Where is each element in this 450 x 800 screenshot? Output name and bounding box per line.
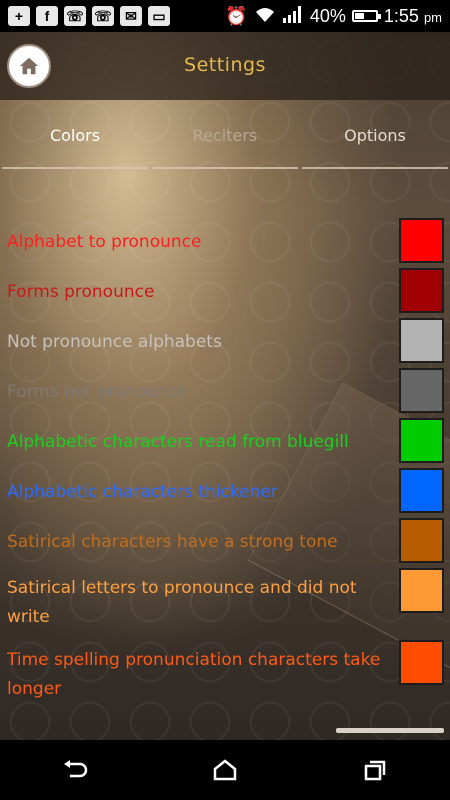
app-header: Settings [0, 32, 450, 100]
color-swatch[interactable] [399, 518, 444, 563]
battery-icon [351, 10, 381, 22]
battery-percent: 40% [309, 5, 346, 26]
color-swatch[interactable] [399, 640, 444, 685]
time-ampm: pm [423, 9, 442, 25]
facebook-icon: f [36, 6, 58, 26]
tab-options[interactable]: Options [300, 100, 450, 170]
add-icon: + [8, 6, 30, 26]
home-icon [213, 759, 237, 781]
home-nav-button[interactable] [195, 750, 255, 790]
color-swatch[interactable] [399, 418, 444, 463]
color-swatch[interactable] [399, 568, 444, 613]
item-label: Alphabet to pronounce [7, 232, 202, 252]
tab-reciters[interactable]: Reciters [150, 100, 300, 170]
time-value: 1:55 [383, 5, 419, 26]
item-label: Forms not pronounce [7, 382, 188, 402]
color-swatch[interactable] [399, 318, 444, 363]
item-label: Alphabetic characters read from bluegill [7, 432, 349, 452]
item-label: Satirical letters to pronounce and did n… [7, 578, 357, 627]
recents-icon [364, 760, 386, 781]
status-bar: + f ☏ ☏ ✉ ▭ ⏰ 40% 1:55 pm [0, 0, 450, 32]
messenger-icon: ✉ [120, 6, 142, 26]
phone-icon: ☏ [64, 6, 86, 26]
scroll-indicator [336, 728, 444, 733]
back-icon [64, 760, 88, 778]
color-swatch[interactable] [399, 218, 444, 263]
color-swatch[interactable] [399, 468, 444, 513]
item-label: Not pronounce alphabets [7, 332, 222, 352]
tab-colors[interactable]: Colors [0, 100, 150, 170]
item-label: Time spelling pronunciation characters t… [7, 650, 381, 699]
color-swatch[interactable] [399, 268, 444, 313]
navigation-bar [0, 740, 450, 800]
system-icons: ⏰ 40% 1:55 pm [225, 5, 442, 28]
signal-icon [282, 5, 304, 28]
clock: 1:55 pm [384, 6, 442, 27]
item-label: Satirical characters have a strong tone [7, 532, 338, 552]
recents-button[interactable] [345, 750, 405, 790]
app-content: Settings Colors Reciters Options Alphabe… [0, 32, 450, 740]
alarm-icon: ⏰ [225, 5, 248, 26]
page-title: Settings [184, 54, 266, 76]
notification-icons: + f ☏ ☏ ✉ ▭ [8, 6, 170, 26]
item-label: Forms pronounce [7, 282, 155, 302]
image-icon: ▭ [148, 6, 170, 26]
wifi-icon [254, 5, 276, 28]
tab-bar: Colors Reciters Options [0, 100, 450, 170]
color-swatch[interactable] [399, 368, 444, 413]
phone-icon: ☏ [92, 6, 114, 26]
back-button[interactable] [45, 750, 105, 790]
item-label: Alphabetic characters thickener [7, 482, 278, 502]
